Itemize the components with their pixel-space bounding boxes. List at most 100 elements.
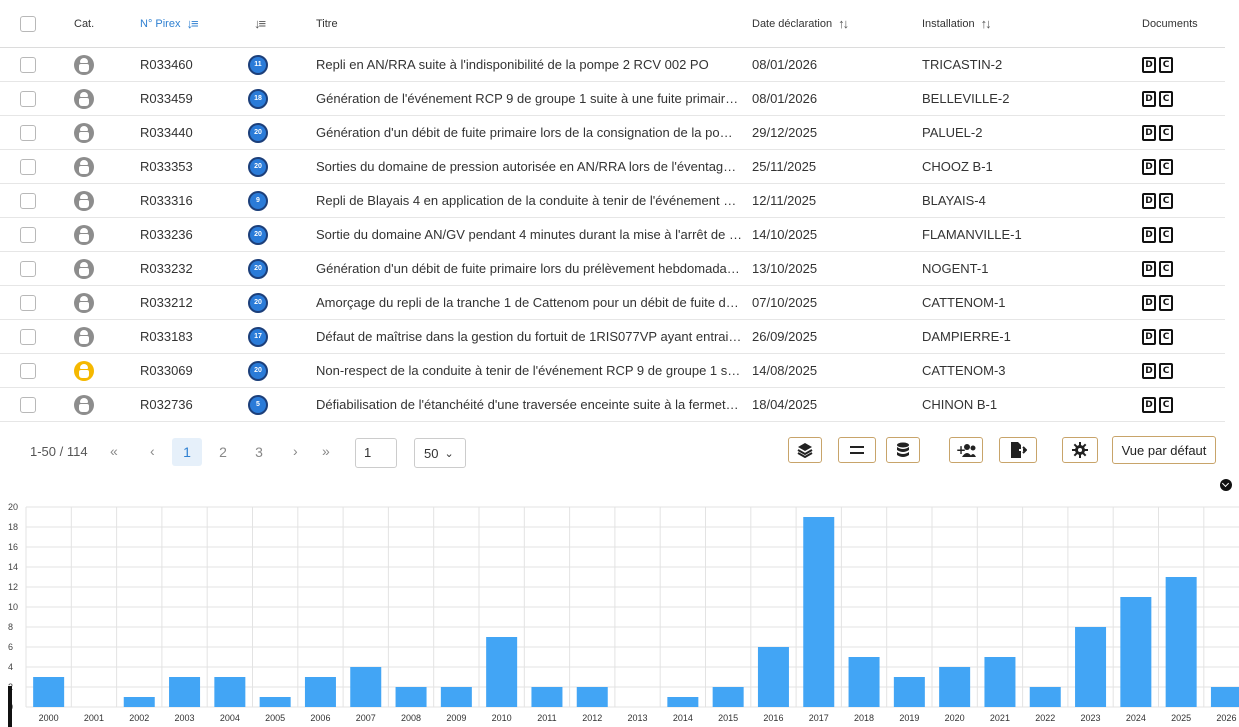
bar-2005[interactable] bbox=[259, 697, 291, 707]
settings-button[interactable] bbox=[1062, 437, 1098, 463]
row-checkbox[interactable] bbox=[20, 192, 36, 209]
row-checkbox-cell[interactable] bbox=[20, 82, 38, 115]
page-button-2[interactable]: 2 bbox=[208, 438, 238, 466]
bar-2007[interactable] bbox=[350, 667, 382, 707]
col-header-date[interactable]: Date déclaration ↑↓ bbox=[752, 0, 902, 47]
bar-2015[interactable] bbox=[712, 687, 744, 707]
sort-toggle-icon[interactable]: ↑↓ bbox=[838, 16, 849, 31]
document-c-icon[interactable]: C bbox=[1159, 294, 1173, 311]
pirex-number[interactable]: R033183 bbox=[140, 320, 240, 353]
row-checkbox-cell[interactable] bbox=[20, 286, 38, 319]
layers-button[interactable] bbox=[788, 437, 822, 463]
pirex-number[interactable]: R033353 bbox=[140, 150, 240, 183]
document-d-icon[interactable]: D bbox=[1142, 90, 1156, 107]
row-checkbox[interactable] bbox=[20, 56, 36, 73]
row-checkbox[interactable] bbox=[20, 294, 36, 311]
bar-2020[interactable] bbox=[939, 667, 971, 707]
bar-2012[interactable] bbox=[576, 687, 608, 707]
document-c-icon[interactable]: C bbox=[1159, 192, 1173, 209]
table-row[interactable]: R033460 11 Repli en AN/RRA suite à l'indis… bbox=[0, 48, 1225, 82]
document-d-icon[interactable]: D bbox=[1142, 158, 1156, 175]
export-button[interactable] bbox=[999, 437, 1037, 463]
table-row[interactable]: R033232 20 Génération d'un débit de fuite … bbox=[0, 252, 1225, 286]
row-checkbox[interactable] bbox=[20, 396, 36, 413]
goto-page-input[interactable]: 1 bbox=[355, 438, 397, 468]
row-checkbox-cell[interactable] bbox=[20, 218, 38, 251]
event-title[interactable]: Repli en AN/RRA suite à l'indisponibilit… bbox=[316, 48, 742, 81]
document-c-icon[interactable]: C bbox=[1159, 328, 1173, 345]
table-row[interactable]: R033069 20 Non-respect de la conduite à te… bbox=[0, 354, 1225, 388]
event-title[interactable]: Repli de Blayais 4 en application de la … bbox=[316, 184, 742, 217]
pirex-number[interactable]: R033232 bbox=[140, 252, 240, 285]
document-c-icon[interactable]: C bbox=[1159, 396, 1173, 413]
table-row[interactable]: R033183 17 Défaut de maîtrise dans la gest… bbox=[0, 320, 1225, 354]
row-checkbox[interactable] bbox=[20, 158, 36, 175]
bar-2017[interactable] bbox=[803, 517, 835, 707]
last-page-button[interactable]: » bbox=[322, 443, 330, 459]
bar-2022[interactable] bbox=[1029, 687, 1061, 707]
row-checkbox[interactable] bbox=[20, 124, 36, 141]
next-page-button[interactable]: › bbox=[293, 443, 298, 459]
bar-2011[interactable] bbox=[531, 687, 563, 707]
table-row[interactable]: R033316 9 Repli de Blayais 4 en applicatio… bbox=[0, 184, 1225, 218]
pirex-number[interactable]: R033460 bbox=[140, 48, 240, 81]
select-all-checkbox-cell[interactable] bbox=[20, 0, 38, 47]
document-c-icon[interactable]: C bbox=[1159, 158, 1173, 175]
event-title[interactable]: Défaut de maîtrise dans la gestion du fo… bbox=[316, 320, 742, 353]
bar-2025[interactable] bbox=[1165, 577, 1197, 707]
database-button[interactable] bbox=[886, 437, 920, 463]
document-d-icon[interactable]: D bbox=[1142, 56, 1156, 73]
document-c-icon[interactable]: C bbox=[1159, 260, 1173, 277]
bar-2009[interactable] bbox=[440, 687, 472, 707]
document-d-icon[interactable]: D bbox=[1142, 294, 1156, 311]
equals-button[interactable] bbox=[838, 437, 876, 463]
pirex-number[interactable]: R033316 bbox=[140, 184, 240, 217]
bar-2000[interactable] bbox=[33, 677, 65, 707]
table-row[interactable]: R033236 20 Sortie du domaine AN/GV pendant… bbox=[0, 218, 1225, 252]
row-checkbox[interactable] bbox=[20, 260, 36, 277]
row-checkbox-cell[interactable] bbox=[20, 354, 38, 387]
table-row-partial[interactable] bbox=[0, 416, 1225, 426]
document-c-icon[interactable]: C bbox=[1159, 226, 1173, 243]
bar-2010[interactable] bbox=[486, 637, 518, 707]
col-header-severity[interactable]: ↓≡ bbox=[248, 0, 278, 47]
sort-toggle-icon[interactable]: ↑↓ bbox=[981, 16, 992, 31]
collapse-chart-icon[interactable] bbox=[1220, 479, 1232, 491]
table-row[interactable]: R033459 18 Génération de l'événement RCP 9… bbox=[0, 82, 1225, 116]
bar-2003[interactable] bbox=[169, 677, 201, 707]
col-header-title[interactable]: Titre bbox=[316, 0, 742, 47]
bar-2023[interactable] bbox=[1075, 627, 1107, 707]
row-checkbox-cell[interactable] bbox=[20, 150, 38, 183]
document-c-icon[interactable]: C bbox=[1159, 90, 1173, 107]
bar-2004[interactable] bbox=[214, 677, 246, 707]
col-header-num[interactable]: N° Pirex ↓≡ bbox=[140, 0, 240, 47]
document-d-icon[interactable]: D bbox=[1142, 396, 1156, 413]
row-checkbox-cell[interactable] bbox=[20, 48, 38, 81]
document-c-icon[interactable]: C bbox=[1159, 124, 1173, 141]
row-checkbox[interactable] bbox=[20, 328, 36, 345]
bar-2008[interactable] bbox=[395, 687, 427, 707]
prev-page-button[interactable]: ‹ bbox=[150, 443, 155, 459]
pirex-number[interactable]: R033212 bbox=[140, 286, 240, 319]
default-view-button[interactable]: Vue par défaut bbox=[1112, 436, 1216, 464]
pirex-number[interactable]: R033440 bbox=[140, 116, 240, 149]
col-header-installation[interactable]: Installation ↑↓ bbox=[922, 0, 1102, 47]
event-title[interactable]: Amorçage du repli de la tranche 1 de Cat… bbox=[316, 286, 742, 319]
sort-asc-icon[interactable]: ↓≡ bbox=[186, 16, 198, 31]
document-c-icon[interactable]: C bbox=[1159, 362, 1173, 379]
bar-2002[interactable] bbox=[123, 697, 155, 707]
bar-2021[interactable] bbox=[984, 657, 1016, 707]
add-users-button[interactable]: + bbox=[949, 437, 983, 463]
event-title[interactable]: Génération de l'événement RCP 9 de group… bbox=[316, 82, 742, 115]
document-d-icon[interactable]: D bbox=[1142, 260, 1156, 277]
event-title[interactable]: Génération d'un débit de fuite primaire … bbox=[316, 116, 742, 149]
document-d-icon[interactable]: D bbox=[1142, 328, 1156, 345]
table-row[interactable]: R033353 20 Sorties du domaine de pression … bbox=[0, 150, 1225, 184]
bar-2026[interactable] bbox=[1210, 687, 1239, 707]
sort-desc-icon[interactable]: ↓≡ bbox=[254, 16, 266, 31]
page-size-select[interactable]: 50 ⌄ bbox=[414, 438, 466, 468]
document-c-icon[interactable]: C bbox=[1159, 56, 1173, 73]
bar-2024[interactable] bbox=[1120, 597, 1152, 707]
page-button-3[interactable]: 3 bbox=[244, 438, 274, 466]
row-checkbox[interactable] bbox=[20, 226, 36, 243]
